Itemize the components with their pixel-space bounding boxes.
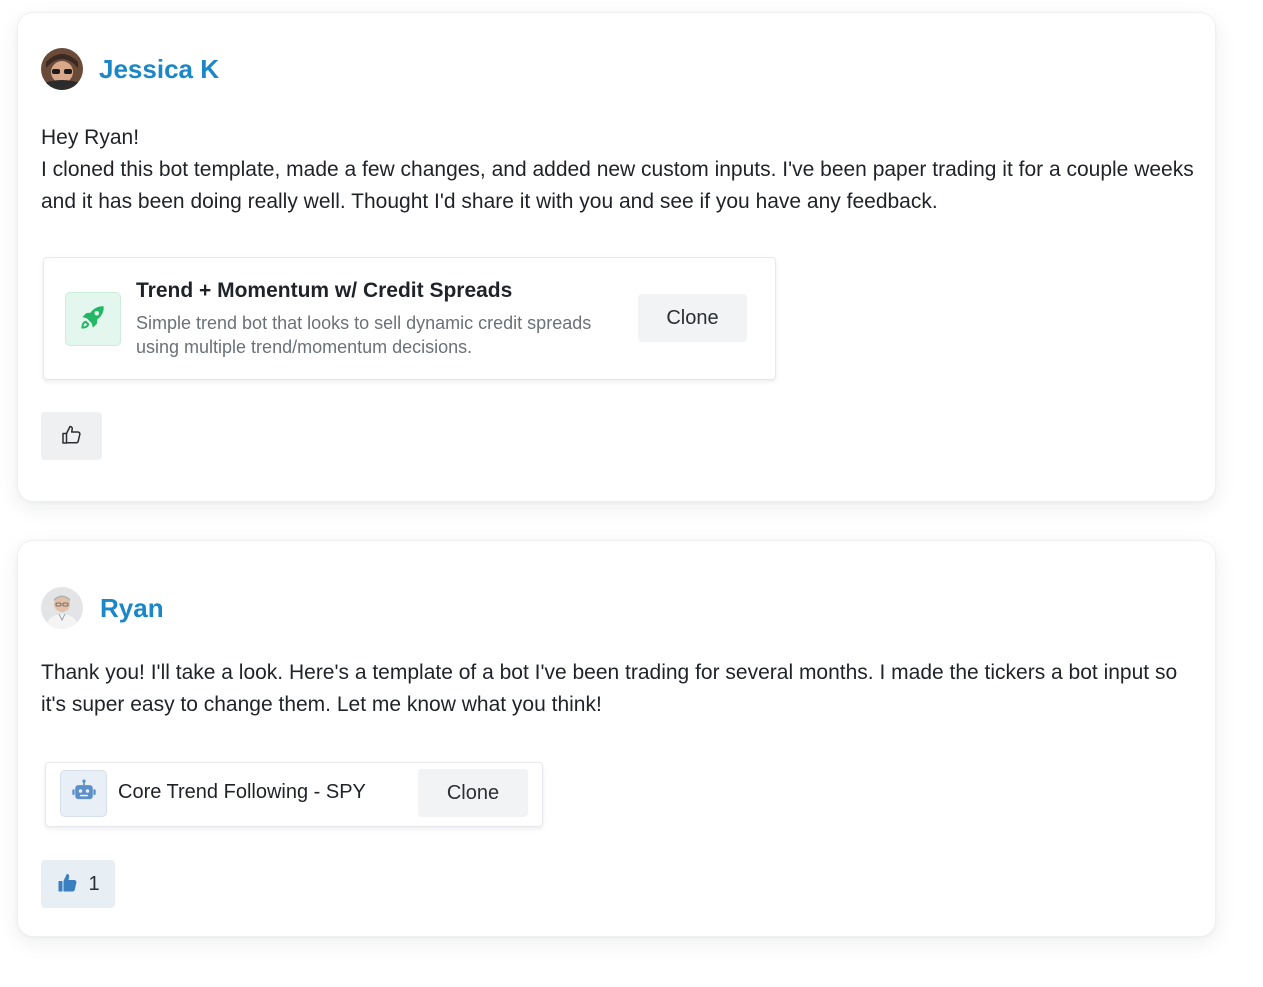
thumbs-up-filled-icon	[56, 871, 80, 898]
rocket-icon	[78, 302, 108, 337]
like-button[interactable]	[41, 412, 102, 460]
bot-template-card: Trend + Momentum w/ Credit Spreads Simpl…	[43, 257, 776, 380]
bot-description: Simple trend bot that looks to sell dyna…	[136, 313, 592, 357]
clone-button[interactable]: Clone	[638, 294, 747, 342]
comment-card: Jessica K Hey Ryan! I cloned this bot te…	[17, 12, 1216, 502]
bot-title[interactable]: Core Trend Following - SPY	[118, 781, 366, 804]
comment-line: Thank you! I'll take a look. Here's a te…	[41, 661, 1178, 716]
comment-line: I cloned this bot template, made a few c…	[41, 158, 1194, 213]
thumbs-up-outline-icon	[60, 423, 84, 450]
comment-card: Ryan Thank you! I'll take a look. Here's…	[17, 540, 1216, 937]
bot-icon-tile	[60, 770, 107, 817]
author-name[interactable]: Jessica K	[99, 56, 219, 82]
author-name[interactable]: Ryan	[100, 595, 164, 621]
like-button[interactable]: 1	[41, 860, 115, 908]
like-count: 1	[88, 872, 100, 895]
avatar[interactable]	[41, 587, 83, 629]
comment-line: Hey Ryan!	[41, 126, 140, 149]
avatar[interactable]	[41, 48, 83, 90]
clone-button[interactable]: Clone	[418, 769, 528, 817]
bot-icon-tile	[65, 292, 121, 346]
bot-title[interactable]: Trend + Momentum w/ Credit Spreads	[136, 279, 512, 303]
comment-body: Thank you! I'll take a look. Here's a te…	[41, 657, 1201, 721]
comment-body: Hey Ryan! I cloned this bot template, ma…	[41, 122, 1201, 218]
robot-icon	[70, 777, 98, 810]
comment-author: Jessica K	[41, 48, 219, 90]
comment-author: Ryan	[41, 587, 164, 629]
bot-template-card: Core Trend Following - SPY Clone	[45, 762, 543, 827]
